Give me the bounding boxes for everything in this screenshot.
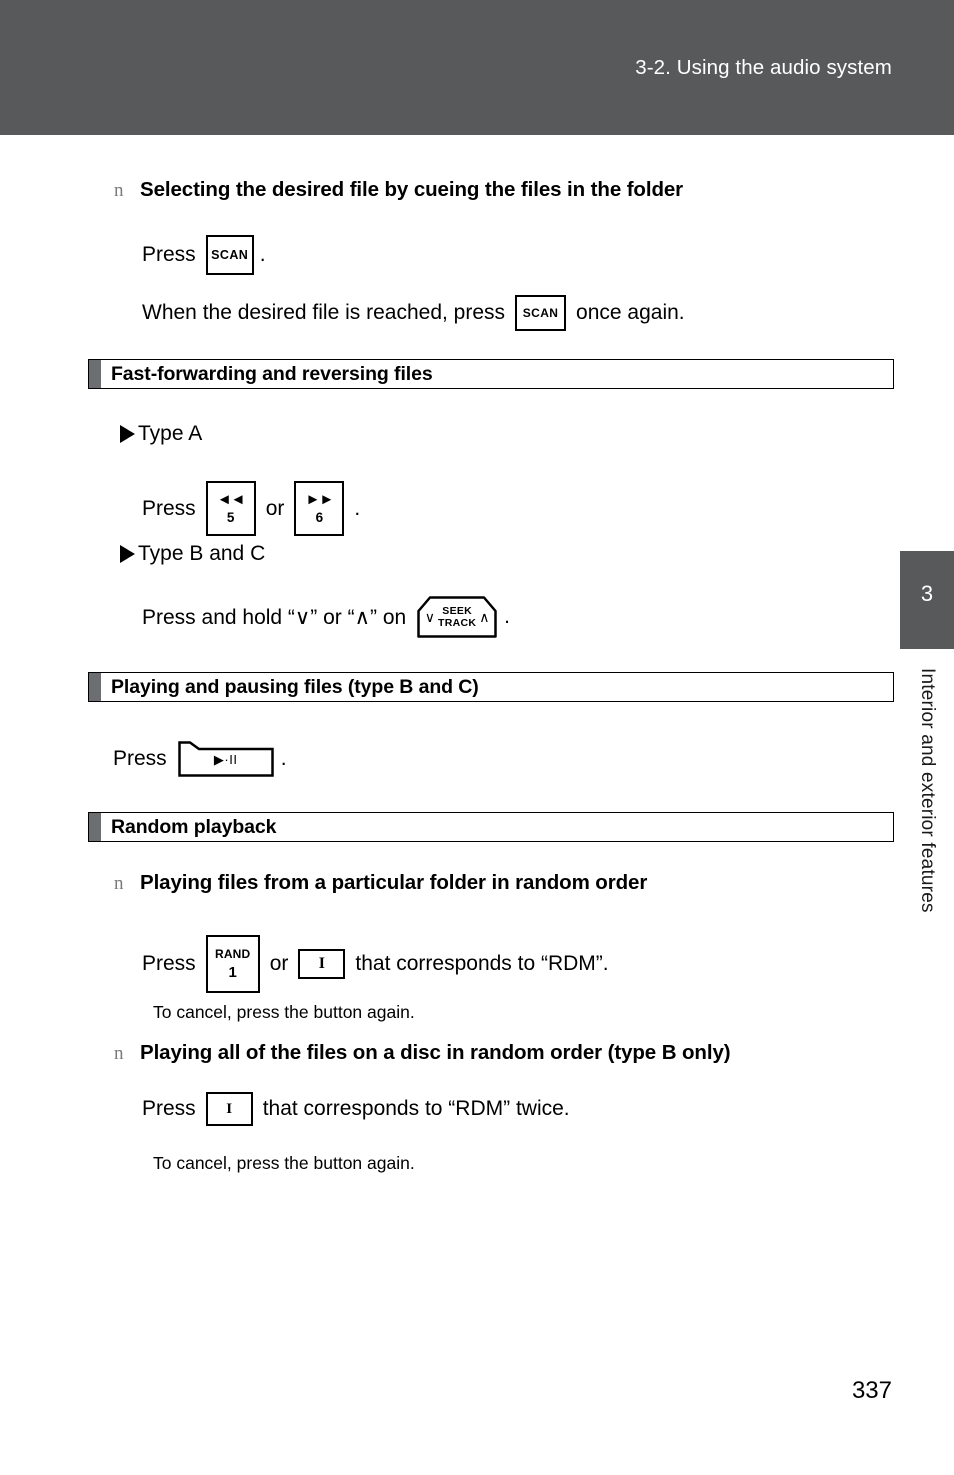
chapter-number: 3: [920, 581, 934, 606]
line-press-scan: Press SCAN .: [142, 235, 266, 275]
rewind-button-icon[interactable]: ◄◄ 5: [205, 481, 256, 536]
bar-button-icon[interactable]: I: [298, 949, 346, 979]
section-fast-forwarding-text: Fast-forwarding and reversing files: [111, 362, 433, 385]
fast-forward-button-icon[interactable]: ►► 6: [294, 481, 345, 536]
press-hold-prefix: Press and hold “∨” or “∧” on: [142, 605, 407, 629]
rand-or-label: or: [269, 952, 289, 975]
disc-suffix: that corresponds to “RDM” twice.: [262, 1097, 570, 1120]
line-when-reached: When the desired file is reached, press …: [142, 295, 685, 331]
scan-button-icon[interactable]: SCAN: [205, 235, 254, 275]
rand-button-icon[interactable]: RAND 1: [205, 935, 260, 993]
heading-cueing-files-text: Selecting the desired file by cueing the…: [140, 178, 684, 201]
bar-button-label-2: I: [226, 1100, 233, 1117]
chapter-tab-block: 3: [900, 551, 954, 649]
cancel-note-2-text: To cancel, press the button again.: [153, 1153, 415, 1173]
forward-arrows-glyph: ►►: [305, 491, 335, 509]
section-bar-swatch-3: [89, 813, 101, 841]
triangle-right-icon: [120, 425, 135, 443]
line-press-seek: Press ◄◄ 5 or ►► 6 .: [142, 481, 360, 536]
section-bar-swatch-2: [89, 673, 101, 701]
press-label-rand: Press: [142, 952, 196, 975]
type-bc-marker: Type B and C: [120, 542, 265, 566]
scan-button-icon-2[interactable]: SCAN: [515, 295, 567, 331]
bar-button-label: I: [318, 955, 325, 972]
press-label: Press: [142, 243, 196, 266]
cancel-note-2: To cancel, press the button again.: [153, 1153, 415, 1174]
page-header: 3-2. Using the audio system: [0, 0, 954, 135]
scan-button-label-2: SCAN: [522, 306, 559, 320]
press-label-ff: Press: [142, 496, 196, 520]
press-hold-period: .: [504, 605, 511, 628]
chapter-tab: 3: [900, 551, 954, 649]
rand-button-number: 1: [228, 964, 237, 981]
when-reached-suffix: once again.: [576, 301, 685, 324]
line-press-hold-seek: Press and hold “∨” or “∧” on ∨ SEEK TRAC…: [142, 595, 510, 639]
rand-button-label: RAND: [214, 947, 251, 961]
line-press-rand: Press RAND 1 or I that corresponds to “R…: [142, 935, 609, 993]
square-bullet-icon-2: n: [114, 873, 124, 894]
pp-period: .: [280, 747, 287, 770]
triangle-right-icon-2: [120, 545, 135, 563]
bar-button-icon-2[interactable]: I: [205, 1092, 253, 1126]
press-label-disc: Press: [142, 1097, 196, 1120]
line-press-bar-twice: Press I that corresponds to “RDM” twice.: [142, 1092, 570, 1126]
line-press-playpause: Press ▶·II .: [113, 740, 287, 778]
rand-suffix: that corresponds to “RDM”.: [355, 952, 609, 975]
section-bar-swatch: [89, 360, 101, 388]
heading-random-folder: n Playing files from a particular folder …: [114, 871, 647, 895]
page-header-title: 3-2. Using the audio system: [635, 56, 892, 79]
ff-or-label: or: [265, 496, 285, 520]
rewind-arrows-glyph: ◄◄: [216, 491, 246, 509]
seek-track-button-icon[interactable]: ∨ SEEK TRACK ∧: [416, 595, 498, 639]
press-label-pp: Press: [113, 747, 167, 770]
heading-random-disc-text: Playing all of the files on a disc in ra…: [140, 1041, 731, 1064]
forward-number-label: 6: [315, 510, 324, 526]
chapter-label-wrap: Interior and exterior features: [900, 668, 954, 968]
section-playing-pausing: Playing and pausing files (type B and C): [88, 672, 894, 702]
cancel-note-1: To cancel, press the button again.: [153, 1002, 415, 1023]
chapter-label: Interior and exterior features: [917, 668, 938, 913]
section-fast-forwarding: Fast-forwarding and reversing files: [88, 359, 894, 389]
section-random-playback: Random playback: [88, 812, 894, 842]
square-bullet-icon-3: n: [114, 1043, 124, 1064]
play-pause-button-icon[interactable]: ▶·II: [177, 740, 275, 778]
type-a-label: Type A: [138, 422, 203, 445]
section-random-playback-text: Random playback: [111, 815, 277, 838]
ff-period: .: [354, 496, 361, 520]
section-playing-pausing-text: Playing and pausing files (type B and C): [111, 675, 479, 698]
square-bullet-icon: n: [114, 180, 124, 201]
heading-random-folder-text: Playing files from a particular folder i…: [140, 871, 648, 894]
when-reached-prefix: When the desired file is reached, press: [142, 301, 506, 324]
type-bc-label: Type B and C: [138, 542, 266, 565]
cancel-note-1-text: To cancel, press the button again.: [153, 1002, 415, 1022]
page-number: 337: [851, 1377, 892, 1404]
heading-random-disc: n Playing all of the files on a disc in r…: [114, 1041, 731, 1065]
press-scan-period: .: [259, 243, 266, 266]
type-a-marker: Type A: [120, 422, 202, 446]
heading-cueing-files: n Selecting the desired file by cueing th…: [114, 178, 683, 202]
scan-button-label: SCAN: [211, 247, 249, 262]
rewind-number-label: 5: [226, 510, 235, 526]
